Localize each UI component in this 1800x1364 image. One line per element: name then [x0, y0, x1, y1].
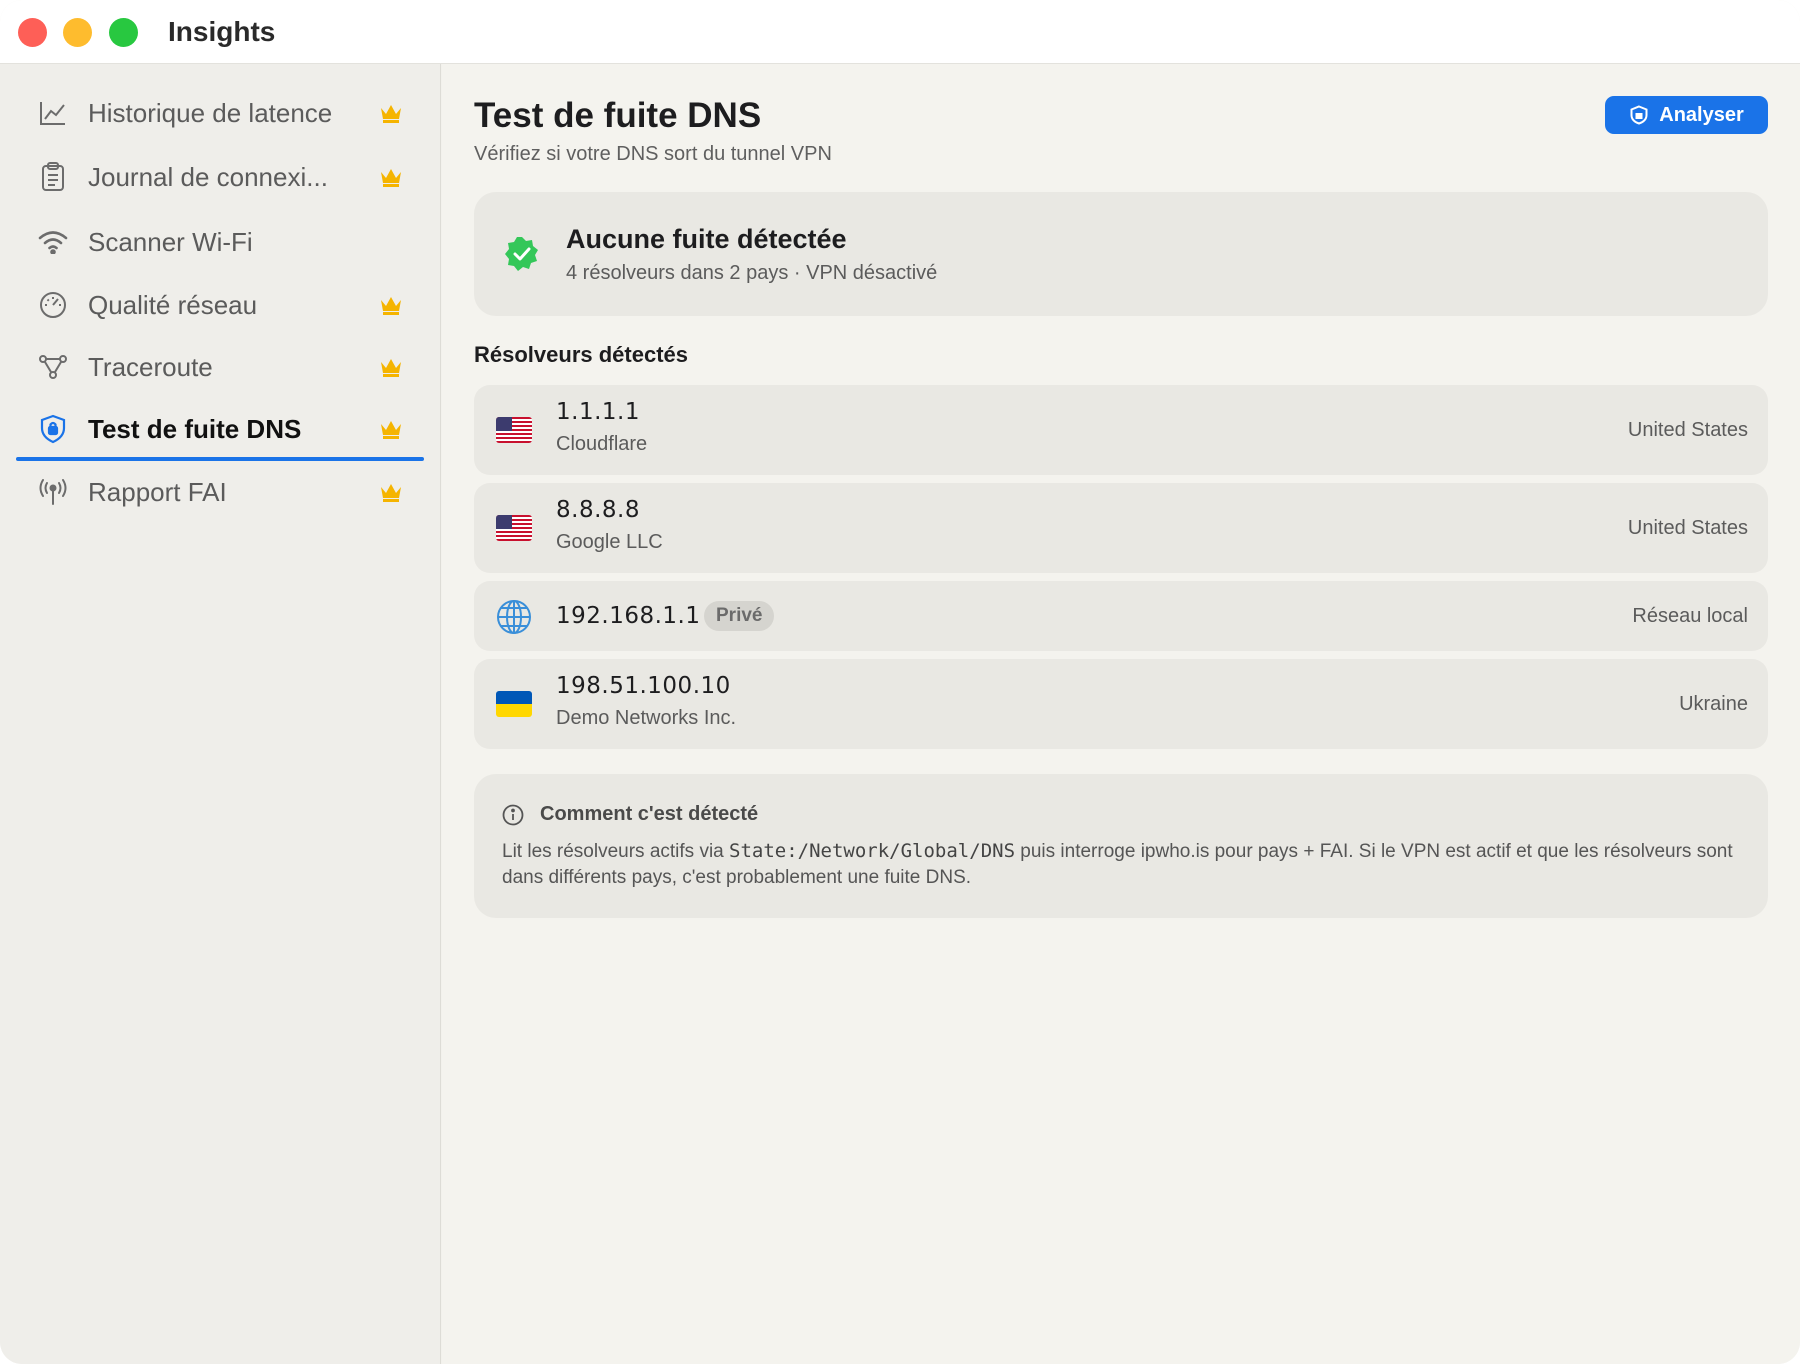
antenna-icon: [38, 477, 68, 507]
resolver-row: 8.8.8.8 Google LLC United States: [474, 483, 1768, 573]
clipboard-icon: [38, 162, 68, 192]
wifi-icon: [38, 227, 68, 257]
info-icon: [502, 804, 524, 826]
sidebar-item-traceroute[interactable]: Traceroute: [16, 338, 424, 396]
resolver-row: 198.51.100.10 Demo Networks Inc. Ukraine: [474, 659, 1768, 749]
resolver-country: United States: [1627, 517, 1748, 539]
status-subtitle: 4 résolveurs dans 2 pays · VPN désactivé: [566, 262, 938, 284]
resolver-ip: 198.51.100.10: [556, 673, 731, 699]
sidebar-item-label: Journal de connexi...: [88, 162, 328, 192]
sidebar-item-label: Qualité réseau: [88, 290, 258, 320]
nodes-icon: [38, 352, 68, 382]
private-badge: Privé: [704, 601, 775, 631]
ua-flag-icon: [496, 691, 532, 717]
verified-check-icon: [505, 237, 538, 271]
app-window: Insights Historique de latence Journal d…: [0, 0, 1800, 1364]
minimize-window-button[interactable]: [63, 18, 92, 47]
sidebar-item-network-quality[interactable]: Qualité réseau: [16, 276, 424, 334]
resolvers-section-title: Résolveurs détectés: [474, 342, 688, 367]
globe-icon: [497, 600, 531, 634]
sidebar-item-dns-leak-test[interactable]: Test de fuite DNS: [16, 400, 424, 458]
resolver-ip: 8.8.8.8: [556, 497, 640, 523]
analyze-button[interactable]: Analyser: [1605, 96, 1768, 134]
sidebar-item-label: Scanner Wi-Fi: [88, 227, 253, 257]
status-title: Aucune fuite détectée: [566, 224, 847, 254]
crown-icon: [381, 421, 401, 439]
shield-icon: [1630, 105, 1648, 125]
us-flag-icon: [496, 515, 532, 541]
crown-icon: [381, 484, 401, 502]
main-content: Test de fuite DNS Vérifiez si votre DNS …: [442, 64, 1800, 1364]
sidebar-item-label: Test de fuite DNS: [88, 414, 302, 444]
resolver-row: 192.168.1.1 Privé Réseau local: [474, 581, 1768, 651]
page-subtitle: Vérifiez si votre DNS sort du tunnel VPN: [474, 143, 832, 165]
active-item-indicator: [16, 457, 424, 461]
analyze-button-label: Analyser: [1659, 103, 1744, 126]
resolver-row: 1.1.1.1 Cloudflare United States: [474, 385, 1768, 475]
crown-icon: [381, 169, 401, 187]
zoom-window-button[interactable]: [109, 18, 138, 47]
resolver-org: Demo Networks Inc.: [556, 707, 737, 729]
status-card: Aucune fuite détectée 4 résolveurs dans …: [474, 192, 1768, 316]
app-title: Insights: [168, 16, 276, 47]
sidebar-item-label: Historique de latence: [88, 98, 333, 128]
crown-icon: [381, 297, 401, 315]
resolver-ip: 192.168.1.1: [556, 603, 701, 629]
sidebar-item-connection-log[interactable]: Journal de connexi...: [16, 148, 424, 206]
resolver-org: Cloudflare: [556, 433, 648, 455]
sidebar-item-wifi-scanner[interactable]: Scanner Wi-Fi: [16, 213, 424, 271]
resolver-country: Réseau local: [1632, 605, 1748, 627]
sidebar-item-label: Rapport FAI: [88, 477, 227, 507]
sidebar: Historique de latence Journal de connexi…: [0, 64, 441, 1364]
resolver-country: United States: [1627, 419, 1748, 441]
info-card: Comment c'est détecté Lit les résolveurs…: [474, 774, 1768, 918]
crown-icon: [381, 105, 401, 123]
info-text: Lit les résolveurs actifs via State:/Net…: [502, 838, 1752, 891]
resolver-ip: 1.1.1.1: [556, 399, 640, 425]
shield-lock-icon: [38, 414, 68, 444]
sidebar-item-isp-report[interactable]: Rapport FAI: [16, 463, 424, 521]
us-flag-icon: [496, 417, 532, 443]
crown-icon: [381, 359, 401, 377]
line-chart-icon: [38, 98, 68, 128]
resolver-country: Ukraine: [1679, 693, 1748, 715]
page-title: Test de fuite DNS: [474, 96, 762, 135]
gauge-icon: [38, 290, 68, 320]
info-text-before: Lit les résolveurs actifs via: [502, 841, 730, 862]
resolver-org: Google LLC: [556, 531, 663, 553]
close-window-button[interactable]: [18, 18, 47, 47]
sidebar-item-label: Traceroute: [88, 352, 213, 382]
info-code: State:/Network/Global/DNS: [729, 840, 1016, 862]
info-title: Comment c'est détecté: [540, 803, 759, 825]
title-bar: Insights: [0, 0, 1800, 64]
sidebar-item-latency-history[interactable]: Historique de latence: [16, 84, 424, 142]
